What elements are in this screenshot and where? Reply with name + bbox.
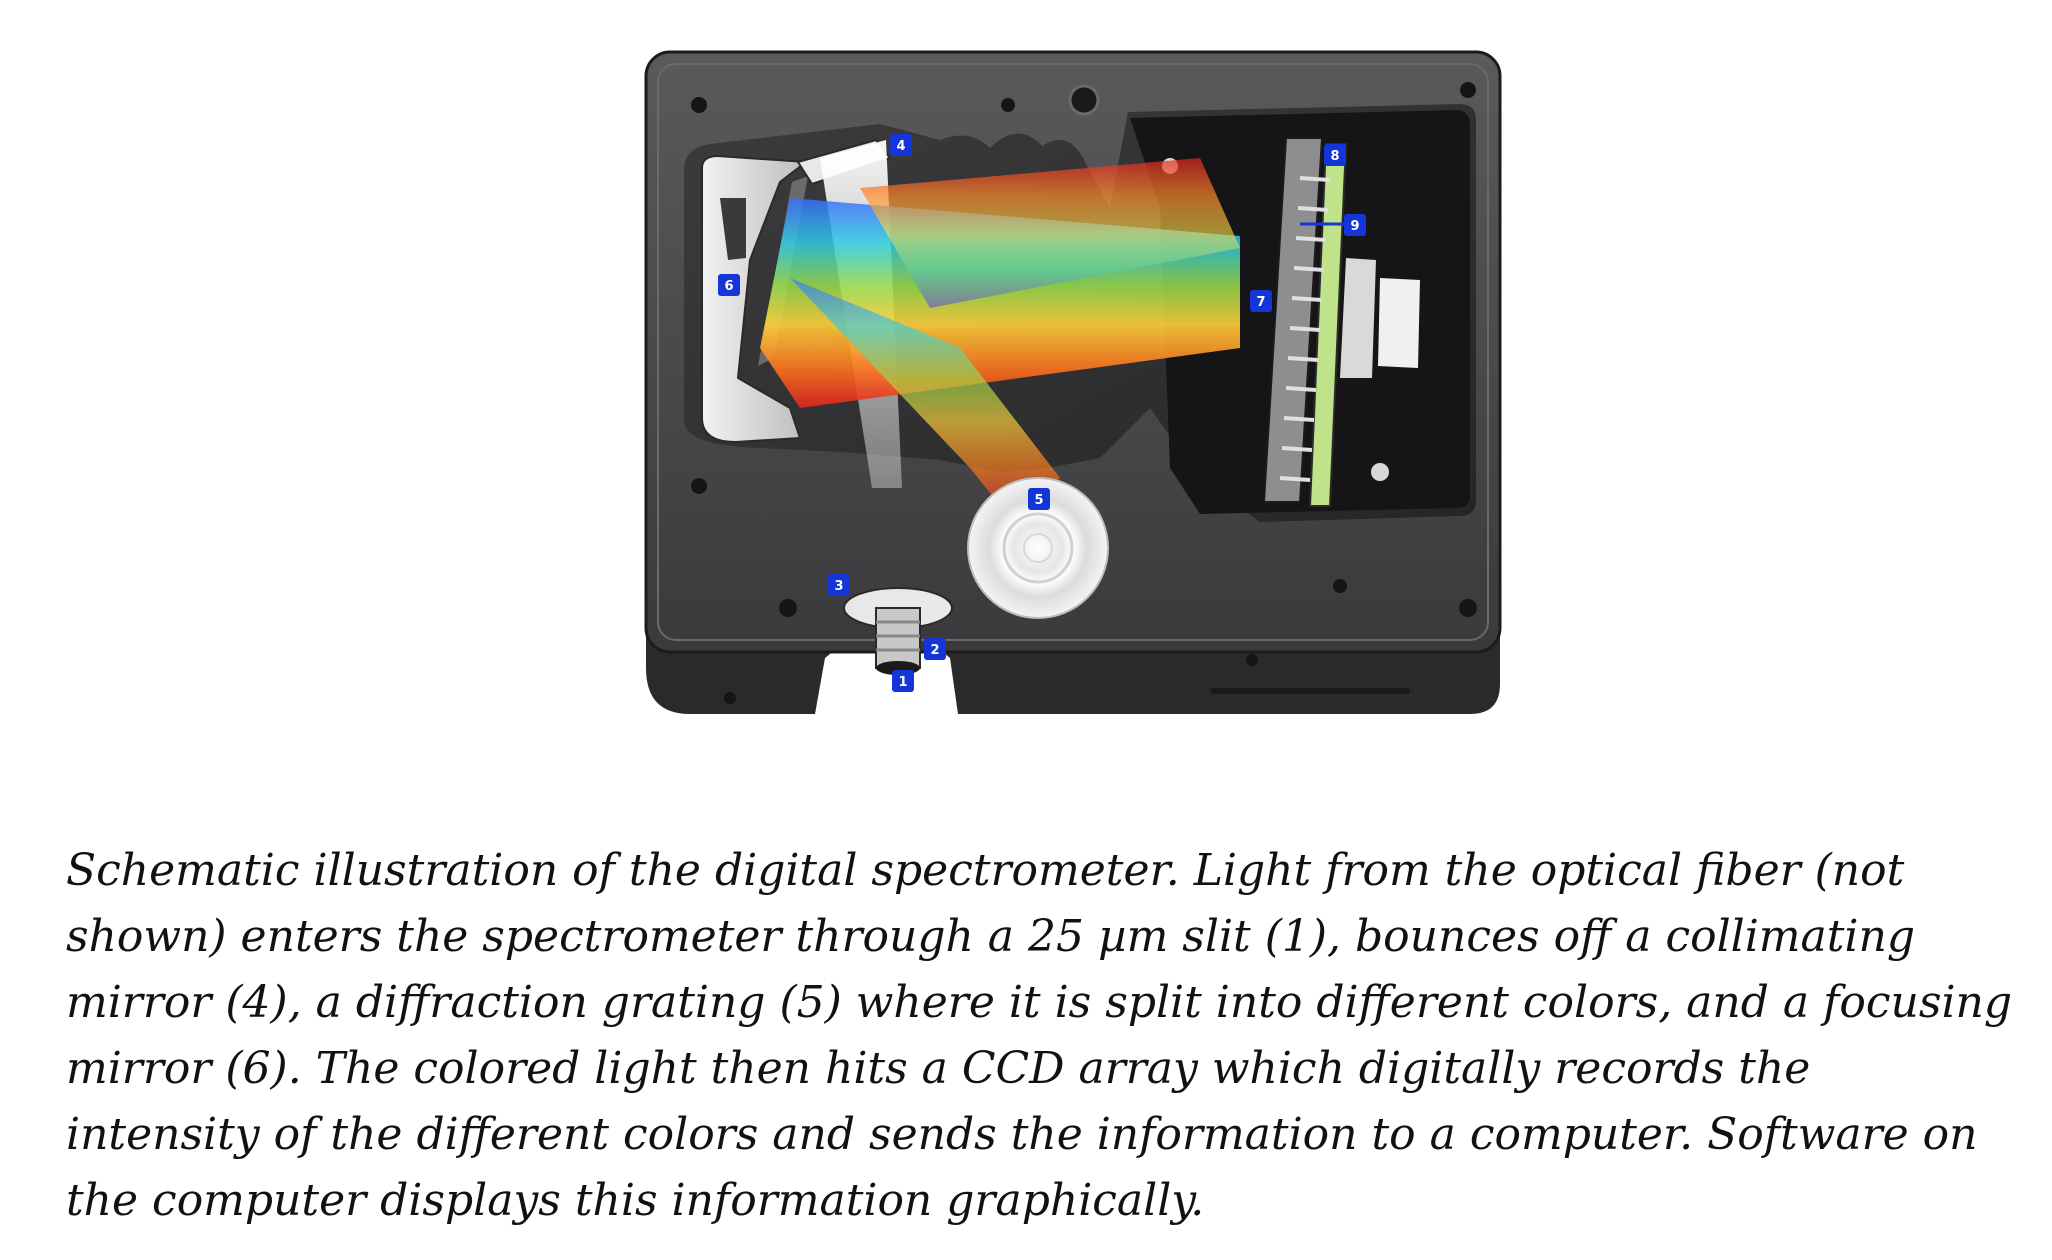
marker-2: 2 bbox=[924, 638, 946, 660]
marker-5-label: 5 bbox=[1034, 493, 1043, 508]
marker-7: 7 bbox=[1250, 290, 1272, 312]
marker-3: 3 bbox=[828, 574, 850, 596]
marker-1-label: 1 bbox=[898, 675, 907, 690]
marker-8: 8 bbox=[1324, 144, 1346, 166]
marker-1: 1 bbox=[892, 670, 914, 692]
marker-5: 5 bbox=[1028, 488, 1050, 510]
caption-line: shown) enters the spectrometer through a… bbox=[66, 911, 1916, 962]
spectrometer-illustration: 1 2 3 4 5 6 7 8 9 bbox=[640, 48, 1506, 718]
spectrometer-svg: 1 2 3 4 5 6 7 8 9 bbox=[644, 50, 1502, 714]
marker-2-label: 2 bbox=[930, 643, 939, 658]
caption-line: intensity of the different colors and se… bbox=[66, 1109, 1978, 1160]
marker-6-label: 6 bbox=[724, 279, 733, 294]
marker-8-label: 8 bbox=[1330, 149, 1339, 164]
marker-4-label: 4 bbox=[896, 139, 905, 154]
marker-6: 6 bbox=[718, 274, 740, 296]
marker-9-label: 9 bbox=[1350, 219, 1359, 234]
marker-4: 4 bbox=[890, 134, 912, 156]
marker-7-label: 7 bbox=[1256, 295, 1265, 310]
caption-line: the computer displays this information g… bbox=[66, 1175, 1205, 1226]
figure-caption: Schematic illustration of the digital sp… bbox=[66, 838, 2026, 1234]
caption-line: Schematic illustration of the digital sp… bbox=[66, 845, 1905, 896]
caption-line: mirror (6). The colored light then hits … bbox=[66, 1043, 1811, 1094]
marker-3-label: 3 bbox=[834, 579, 843, 594]
caption-line: mirror (4), a diffraction grating (5) wh… bbox=[66, 977, 2013, 1028]
